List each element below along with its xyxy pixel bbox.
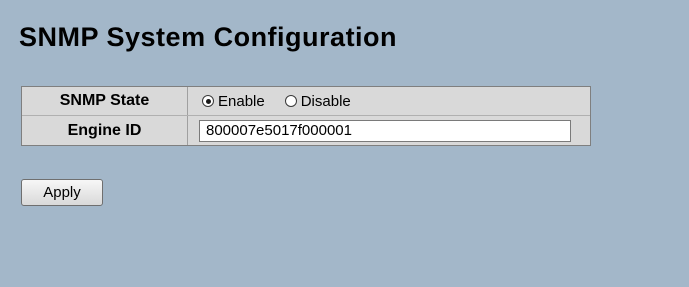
engine-id-input[interactable] — [199, 119, 571, 142]
disable-radio[interactable] — [284, 95, 297, 107]
radio-selected-dot — [205, 98, 211, 104]
engine-id-row: Engine ID — [22, 116, 590, 145]
snmp-state-row: SNMP State Enable Disable — [22, 87, 590, 116]
snmp-config-table: SNMP State Enable Disable Engine ID — [21, 86, 591, 146]
enable-radio[interactable] — [202, 95, 214, 107]
engine-id-label: Engine ID — [22, 116, 188, 145]
enable-label: Enable — [218, 92, 265, 110]
apply-button[interactable]: Apply — [21, 179, 103, 206]
snmp-state-label: SNMP State — [22, 87, 188, 115]
engine-id-cell — [188, 116, 590, 145]
snmp-state-disable-option[interactable]: Disable — [284, 92, 351, 110]
page-title: SNMP System Configuration — [19, 22, 398, 52]
snmp-state-options: Enable Disable — [188, 87, 590, 115]
snmp-state-enable-option[interactable]: Enable — [202, 93, 265, 110]
disable-label: Disable — [300, 92, 351, 110]
